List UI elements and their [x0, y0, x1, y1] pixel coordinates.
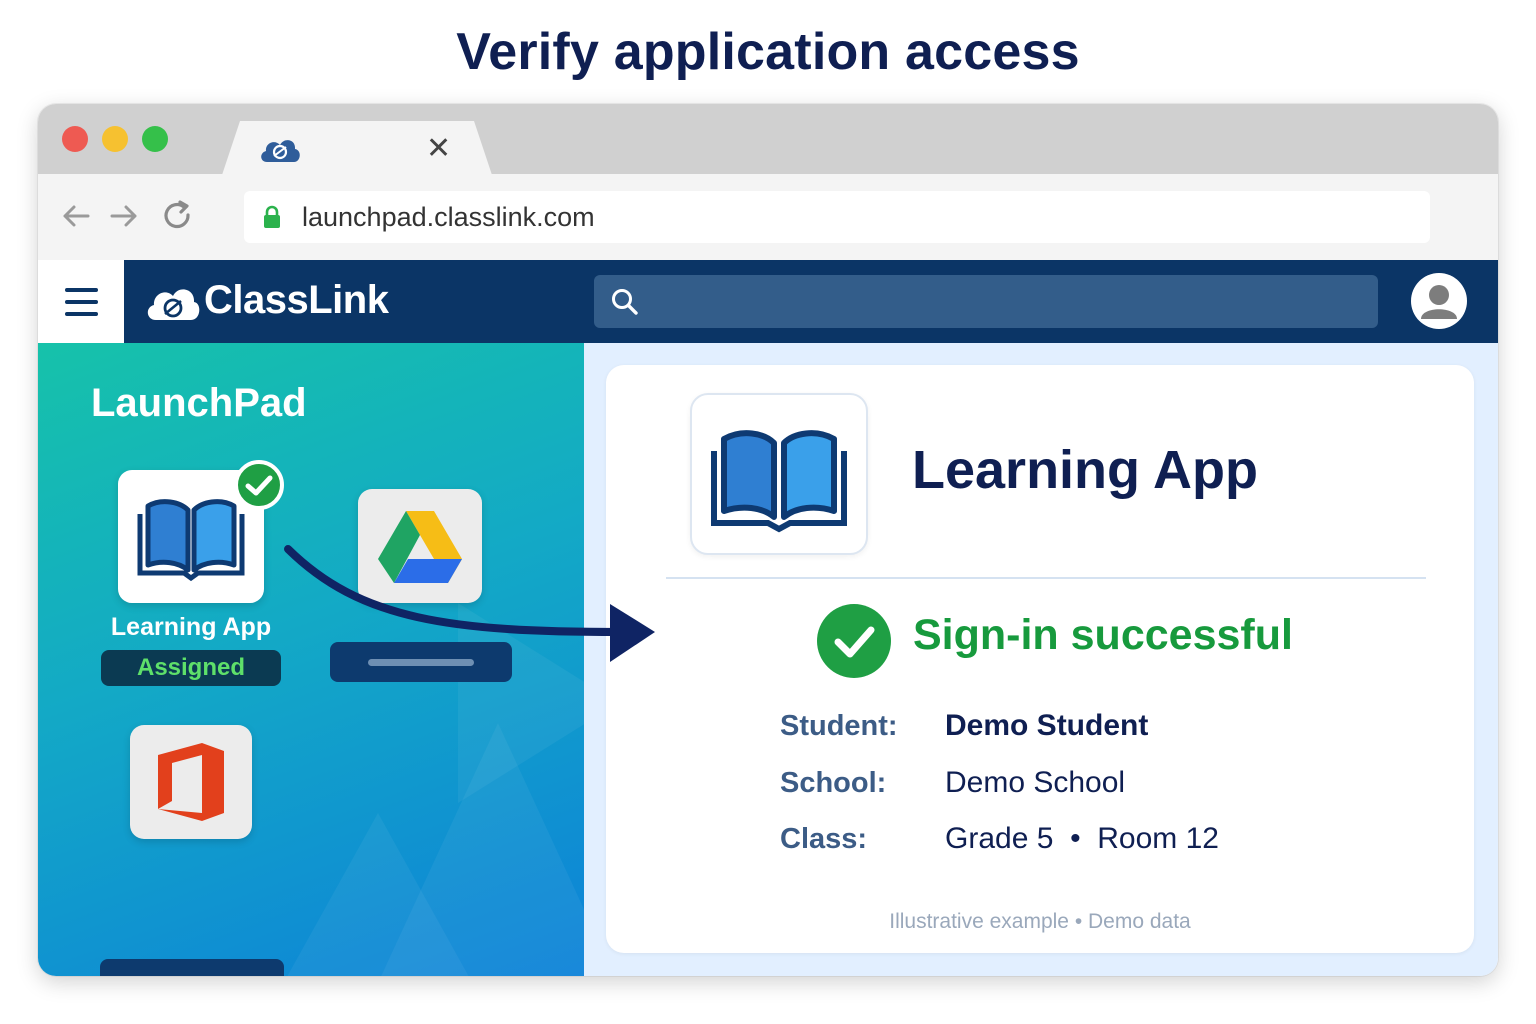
tab-bar: ✕	[38, 104, 1498, 175]
success-check-icon	[817, 604, 891, 678]
open-book-icon	[711, 430, 847, 533]
office-label-placeholder	[100, 959, 284, 976]
footnote: Illustrative example • Demo data	[889, 910, 1191, 933]
close-icon[interactable]: ✕	[426, 131, 451, 166]
back-arrow-icon[interactable]	[58, 198, 94, 234]
browser-window: ✕ launchpad.classlink.com ClassLink Laun…	[38, 104, 1498, 976]
search-input[interactable]	[594, 275, 1378, 328]
app-name-title: Learning App	[912, 440, 1258, 500]
user-avatar-icon[interactable]	[1411, 273, 1467, 329]
minimize-window-button[interactable]	[102, 126, 128, 152]
url-text: launchpad.classlink.com	[302, 202, 595, 232]
app-icon-tile	[690, 393, 868, 555]
student-label: Student:	[780, 710, 898, 742]
browser-tab[interactable]: ✕	[222, 121, 492, 175]
app-detail-panel: Learning App Sign-in successful Student:…	[584, 343, 1498, 976]
classlink-logo-icon	[147, 289, 200, 320]
assigned-badge: Assigned	[101, 650, 281, 686]
office-icon	[158, 743, 224, 821]
lock-icon	[264, 205, 280, 228]
forward-arrow-icon[interactable]	[106, 198, 142, 234]
student-value: Demo Student	[945, 709, 1149, 742]
search-icon	[612, 289, 638, 315]
maximize-window-button[interactable]	[142, 126, 168, 152]
hamburger-menu-icon[interactable]	[38, 260, 124, 343]
close-window-button[interactable]	[62, 126, 88, 152]
reload-icon[interactable]	[160, 198, 196, 234]
browser-toolbar: launchpad.classlink.com	[38, 174, 1498, 260]
page-title: Verify application access	[456, 23, 1080, 81]
classlink-cloud-icon	[261, 140, 300, 162]
class-label: Class:	[780, 823, 868, 855]
address-bar[interactable]: launchpad.classlink.com	[244, 191, 1430, 243]
app-header: ClassLink	[38, 260, 1498, 343]
google-drive-icon	[378, 511, 462, 583]
google-drive-tile[interactable]	[358, 489, 482, 603]
drive-label-placeholder	[330, 642, 512, 682]
launchpad-title: LaunchPad	[91, 381, 307, 425]
school-value: Demo School	[945, 766, 1126, 799]
class-value: Grade 5 • Room 12	[945, 822, 1219, 855]
divider	[666, 577, 1426, 579]
classlink-logo-text: ClassLink	[204, 278, 389, 322]
app-detail-card: Learning App Sign-in successful Student:…	[606, 365, 1474, 953]
learning-app-label: Learning App	[110, 613, 272, 641]
checkmark-badge-icon	[234, 460, 284, 510]
office-tile[interactable]	[130, 725, 252, 839]
school-label: School:	[780, 767, 887, 799]
launchpad-panel: LaunchPad Learning App Assigned	[38, 343, 584, 976]
sign-in-status: Sign-in successful	[913, 611, 1293, 659]
